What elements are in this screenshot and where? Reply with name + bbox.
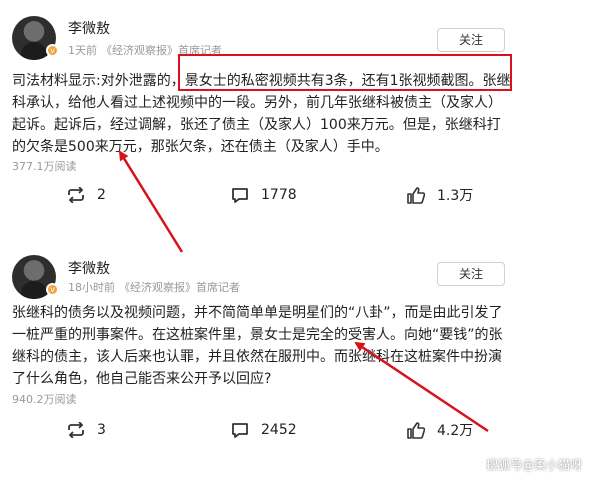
annotation-arrows xyxy=(118,150,489,433)
watermark: 搜狐号@柔小猫呀 xyxy=(486,458,583,472)
arrow-to-debt-note xyxy=(118,150,184,253)
arrow-to-ms-jing xyxy=(354,341,489,433)
